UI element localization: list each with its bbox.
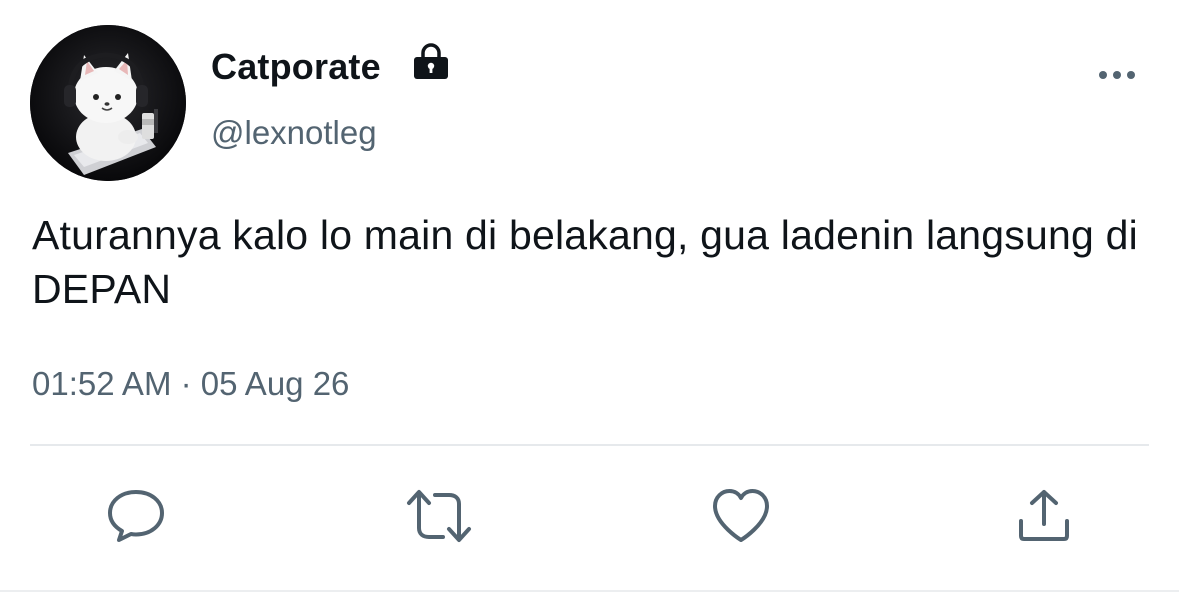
tweet-card: Catporate @lexnotleg Aturannya kalo lo m… bbox=[0, 0, 1179, 609]
share-icon[interactable] bbox=[1014, 488, 1074, 544]
more-options-icon[interactable] bbox=[1090, 58, 1146, 92]
lock-icon bbox=[410, 40, 452, 82]
avatar-image bbox=[30, 25, 186, 181]
avatar[interactable] bbox=[30, 25, 186, 181]
tweet-timestamp[interactable]: 01:52 AM · 05 Aug 26 bbox=[32, 365, 349, 403]
reply-icon[interactable] bbox=[106, 488, 166, 544]
divider bbox=[30, 444, 1149, 446]
bottom-divider bbox=[0, 590, 1179, 592]
retweet-icon[interactable] bbox=[405, 488, 471, 544]
display-name[interactable]: Catporate bbox=[211, 46, 381, 88]
like-icon[interactable] bbox=[711, 488, 771, 544]
tweet-text: Aturannya kalo lo main di belakang, gua … bbox=[32, 212, 1138, 312]
user-handle[interactable]: @lexnotleg bbox=[211, 114, 377, 152]
